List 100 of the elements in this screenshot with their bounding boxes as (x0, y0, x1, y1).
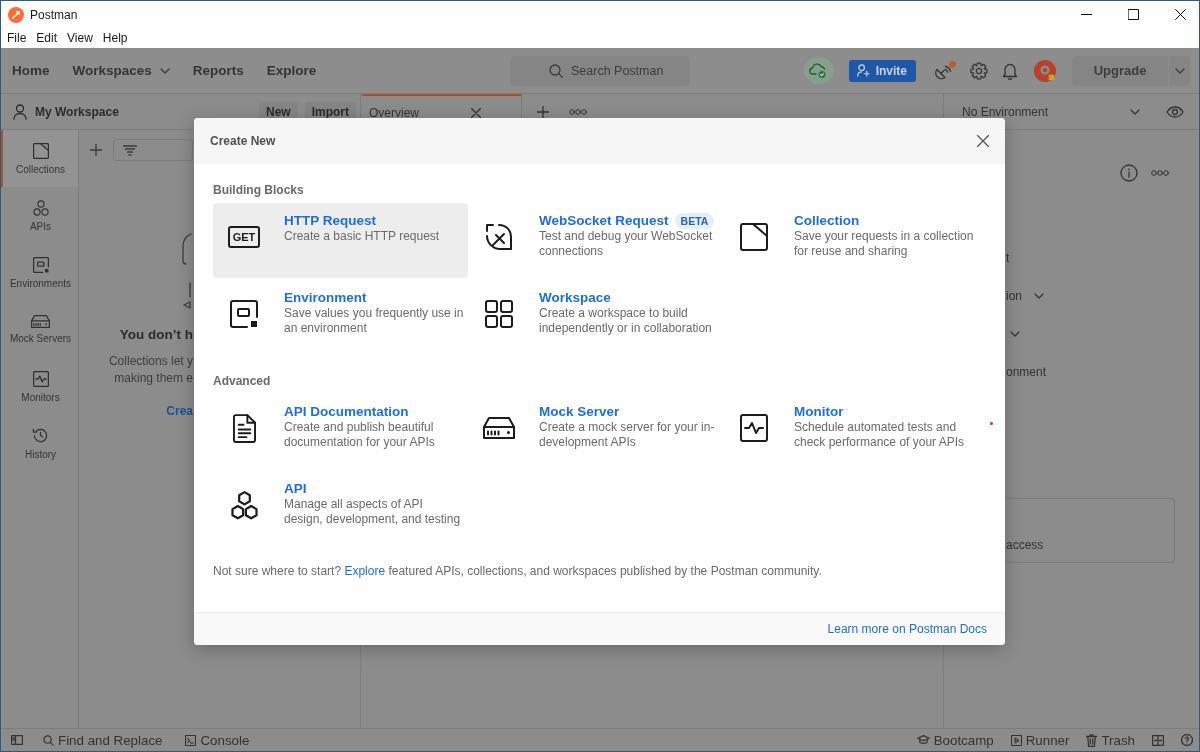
panel-text: onment (1006, 365, 1047, 379)
nav-link[interactable]: Home (12, 62, 50, 79)
logo-icon (8, 6, 24, 23)
option-description: Create and publish beautiful documentation for your APIs (284, 420, 435, 450)
plus-icon[interactable] (90, 144, 102, 156)
invite-button[interactable]: Invite (848, 59, 916, 82)
option-description: Save values you frequently use in an environment (284, 306, 464, 336)
document-icon (232, 413, 256, 443)
square-dot-icon (32, 256, 49, 273)
option-title: HTTP Request (284, 212, 376, 229)
panel-text: t (1006, 251, 1010, 265)
sidebar-tab[interactable]: History (1, 415, 78, 472)
graduation-cap-icon (916, 735, 930, 745)
create-option[interactable]: Monitor Schedule automated tests and check performance of your APIs (723, 394, 978, 469)
panel-text: ion (1006, 289, 1022, 303)
option-description: Create a workspace to build independently or in collaboration (539, 306, 712, 336)
help-text: Not sure where to start? Explore featured APIs, collections, and workspaces published by the Postman community. (213, 564, 823, 578)
status-bar-button[interactable]: Trash (1086, 733, 1135, 747)
sidebar-tab[interactable]: Monitors (1, 358, 78, 415)
person-plus-icon (856, 64, 870, 77)
create-option[interactable]: API Manage all aspects of API design, development, and testing (213, 471, 468, 546)
grid-icon (485, 300, 513, 328)
status-bar-button[interactable]: Runner (1010, 733, 1070, 747)
sidebar-icon[interactable] (11, 735, 23, 745)
status-bar-button[interactable]: Console (185, 733, 250, 747)
option-description: Save your requests in a collection for reuse and sharing (794, 229, 974, 259)
cloud-check-icon[interactable] (803, 57, 834, 84)
chevron-icon[interactable] (1130, 108, 1140, 115)
status-bar-button[interactable]: Bootcamp (916, 733, 994, 747)
server-icon (31, 315, 50, 328)
satellite-icon[interactable] (934, 60, 956, 81)
option-description: Create a mock server for your in- development APIs (539, 420, 715, 450)
empty-state-title: You don’t h (119, 327, 193, 343)
filter-field[interactable] (113, 139, 193, 161)
option-description: Manage all aspects of API design, development, and testing (284, 497, 461, 527)
label-badge: BETA (674, 212, 715, 229)
option-title: WebSocket Request (539, 212, 669, 229)
settings-icon[interactable] (970, 61, 988, 80)
option-description: Create a basic HTTP request (284, 229, 440, 244)
option-title: API (284, 480, 307, 497)
avatar-icon[interactable] (1034, 59, 1056, 82)
nav-link[interactable]: Reports (192, 62, 244, 79)
option-title: API Documentation (284, 403, 409, 420)
section-heading: Advanced (213, 374, 272, 388)
server-icon (483, 417, 515, 439)
option-description: Test and debug your WebSocket connections (539, 229, 714, 259)
option-title: Monitor (794, 403, 844, 420)
sidebar-tab[interactable]: Mock Servers (1, 301, 78, 358)
filter-icon (123, 144, 137, 156)
sidebar-tab[interactable]: Environments (1, 244, 78, 301)
option-title: Mock Server (539, 403, 620, 420)
nav-link[interactable]: Explore (266, 62, 317, 79)
circles-icon (32, 199, 49, 216)
create-option[interactable]: API Documentation Create and publish beautiful documentation for your APIs (213, 394, 468, 469)
menu-item[interactable]: Help (102, 31, 128, 45)
dot-icon (990, 422, 993, 425)
status-bar-button[interactable]: Find and Replace (43, 733, 163, 747)
plus-icon[interactable] (537, 105, 549, 118)
trash-icon (1086, 733, 1098, 747)
option-title: Workspace (539, 289, 611, 306)
chevron-icon[interactable] (1010, 331, 1020, 337)
nav-link[interactable]: Workspaces (72, 62, 170, 79)
split-pane-icon[interactable] (1152, 734, 1164, 746)
menu-item[interactable]: Edit (36, 31, 58, 45)
upgrade-button[interactable]: Upgrade (1072, 55, 1168, 86)
eye-icon[interactable] (1166, 105, 1184, 118)
terminal-icon (185, 734, 197, 746)
search-icon (549, 63, 563, 78)
sidebar-tab[interactable]: Collections (1, 130, 78, 187)
search-field[interactable]: Search Postman (510, 55, 690, 86)
folded-square-icon (740, 223, 768, 251)
more-icon[interactable] (1151, 170, 1169, 176)
play-icon (1010, 734, 1022, 746)
menu-item[interactable]: View (67, 31, 93, 45)
history-icon (32, 427, 49, 444)
sidebar-tab[interactable]: APIs (1, 187, 78, 244)
close-icon[interactable] (1175, 9, 1186, 20)
environment-select[interactable]: No Environment (962, 104, 1049, 119)
plug-icon (485, 223, 513, 251)
section-heading: Building Blocks (213, 183, 305, 197)
create-link[interactable]: Crea (166, 403, 193, 419)
maximize-icon[interactable] (1128, 9, 1139, 20)
get-icon: GET (228, 226, 260, 248)
create-option[interactable]: Mock Server Create a mock server for your in- development APIs (468, 394, 723, 469)
create-option[interactable]: Workspace Create a workspace to build independently or in collaboration (468, 280, 723, 355)
help-icon[interactable] (1181, 734, 1193, 746)
info-icon[interactable] (1120, 164, 1138, 182)
docs-link[interactable]: Learn more on Postman Docs (827, 622, 987, 636)
create-option[interactable]: Collection Save your requests in a collection for reuse and sharing (723, 203, 978, 278)
chevron-icon[interactable] (1034, 293, 1044, 299)
more-icon[interactable] (569, 108, 587, 115)
close-icon[interactable] (977, 135, 989, 147)
create-option[interactable]: Environment Save values you frequently use in an environment (213, 280, 468, 355)
workspace-name: My Workspace (35, 104, 119, 119)
explore-link[interactable]: Explore (344, 564, 386, 578)
menu-item[interactable]: File (7, 31, 27, 45)
create-option[interactable]: WebSocket Request BETA Test and debug your WebSocket connections (468, 203, 723, 278)
bell-icon[interactable] (1002, 61, 1018, 80)
create-option[interactable]: GET HTTP Request Create a basic HTTP request (213, 203, 468, 278)
option-description: Schedule automated tests and check performance of your APIs (794, 420, 965, 450)
